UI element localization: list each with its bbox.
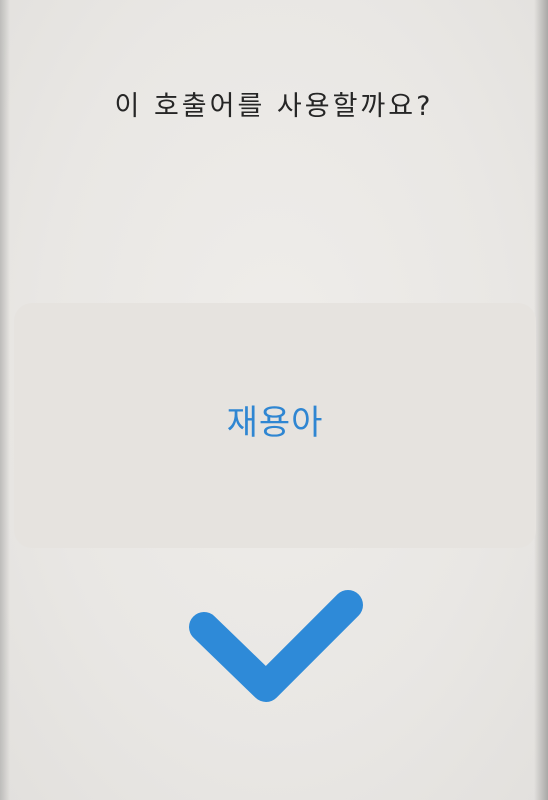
wake-word-card[interactable]: 재용아 bbox=[14, 303, 536, 548]
wake-word-label: 재용아 bbox=[226, 403, 324, 443]
check-icon bbox=[189, 590, 363, 702]
confirm-button[interactable] bbox=[170, 575, 380, 725]
page-title: 이 호출어를 사용할까요? bbox=[114, 91, 434, 122]
wake-word-confirm-screen: 이 호출어를 사용할까요? 재용아 bbox=[0, 0, 548, 800]
